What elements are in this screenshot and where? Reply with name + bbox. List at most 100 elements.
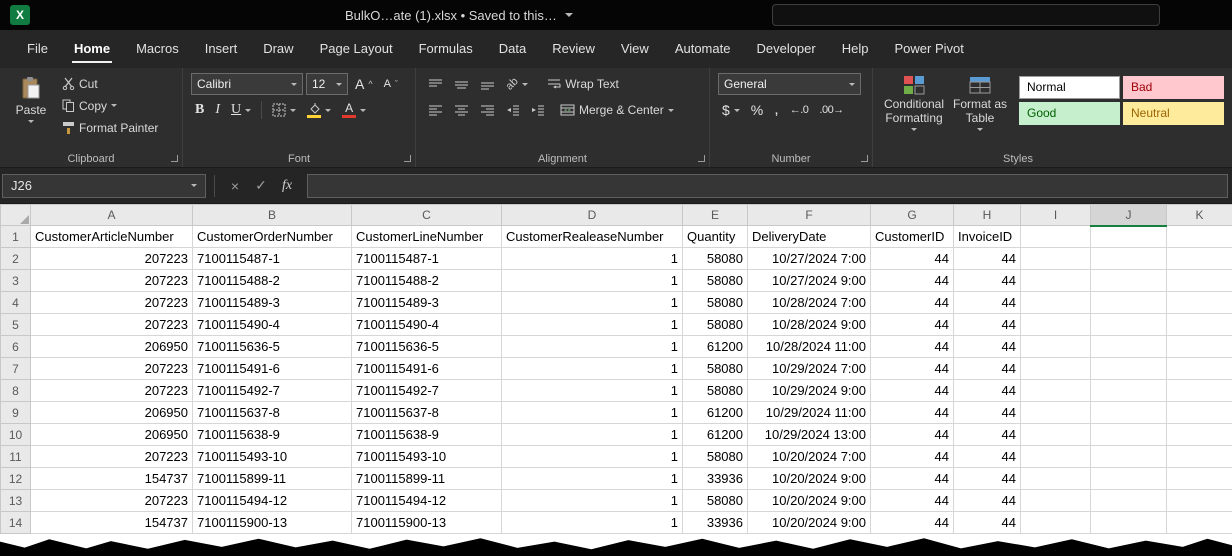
font-size-combo[interactable]: 12 <box>306 73 348 95</box>
column-header-J[interactable]: J <box>1091 205 1167 226</box>
tab-formulas[interactable]: Formulas <box>406 30 486 68</box>
insert-function-button[interactable]: fx <box>275 178 299 194</box>
cell-C14[interactable]: 7100115900-13 <box>352 512 502 534</box>
cell-H1[interactable]: InvoiceID <box>954 226 1021 248</box>
row-header-12[interactable]: 12 <box>1 468 31 490</box>
cell-A2[interactable]: 207223 <box>31 248 193 270</box>
cell-D14[interactable]: 1 <box>502 512 683 534</box>
column-header-B[interactable]: B <box>193 205 352 226</box>
cell-G10[interactable]: 44 <box>871 424 954 446</box>
select-all-corner[interactable] <box>1 205 31 226</box>
cell-K12[interactable] <box>1167 468 1232 490</box>
cell-A1[interactable]: CustomerArticleNumber <box>31 226 193 248</box>
cell-B13[interactable]: 7100115494-12 <box>193 490 352 512</box>
cell-G6[interactable]: 44 <box>871 336 954 358</box>
cell-K9[interactable] <box>1167 402 1232 424</box>
search-box[interactable] <box>772 4 1160 26</box>
column-header-H[interactable]: H <box>954 205 1021 226</box>
column-header-G[interactable]: G <box>871 205 954 226</box>
cell-G13[interactable]: 44 <box>871 490 954 512</box>
cell-I10[interactable] <box>1021 424 1091 446</box>
cell-D4[interactable]: 1 <box>502 292 683 314</box>
underline-button[interactable]: U <box>227 99 255 121</box>
row-header-5[interactable]: 5 <box>1 314 31 336</box>
row-header-1[interactable]: 1 <box>1 226 31 248</box>
cell-H4[interactable]: 44 <box>954 292 1021 314</box>
font-name-combo[interactable]: Calibri <box>191 73 303 95</box>
cell-A3[interactable]: 207223 <box>31 270 193 292</box>
cell-C6[interactable]: 7100115636-5 <box>352 336 502 358</box>
cell-E6[interactable]: 61200 <box>683 336 748 358</box>
accounting-format-button[interactable]: $ <box>718 99 744 121</box>
cell-A7[interactable]: 207223 <box>31 358 193 380</box>
cell-G2[interactable]: 44 <box>871 248 954 270</box>
cell-F11[interactable]: 10/20/2024 7:00 <box>748 446 871 468</box>
row-header-14[interactable]: 14 <box>1 512 31 534</box>
cell-D2[interactable]: 1 <box>502 248 683 270</box>
tab-power-pivot[interactable]: Power Pivot <box>881 30 976 68</box>
tab-developer[interactable]: Developer <box>743 30 828 68</box>
row-header-6[interactable]: 6 <box>1 336 31 358</box>
cell-E13[interactable]: 58080 <box>683 490 748 512</box>
cancel-button[interactable]: × <box>223 178 247 194</box>
cell-D13[interactable]: 1 <box>502 490 683 512</box>
cell-J1[interactable] <box>1091 226 1167 248</box>
tab-view[interactable]: View <box>608 30 662 68</box>
cell-H7[interactable]: 44 <box>954 358 1021 380</box>
cell-G3[interactable]: 44 <box>871 270 954 292</box>
cell-F13[interactable]: 10/20/2024 9:00 <box>748 490 871 512</box>
cell-J4[interactable] <box>1091 292 1167 314</box>
cell-D3[interactable]: 1 <box>502 270 683 292</box>
style-neutral[interactable]: Neutral <box>1123 102 1224 125</box>
cell-C1[interactable]: CustomerLineNumber <box>352 226 502 248</box>
cell-G4[interactable]: 44 <box>871 292 954 314</box>
row-header-4[interactable]: 4 <box>1 292 31 314</box>
row-header-11[interactable]: 11 <box>1 446 31 468</box>
cell-E8[interactable]: 58080 <box>683 380 748 402</box>
cell-F8[interactable]: 10/29/2024 9:00 <box>748 380 871 402</box>
tab-page-layout[interactable]: Page Layout <box>307 30 406 68</box>
cell-H12[interactable]: 44 <box>954 468 1021 490</box>
cell-D6[interactable]: 1 <box>502 336 683 358</box>
cell-B2[interactable]: 7100115487-1 <box>193 248 352 270</box>
cell-J14[interactable] <box>1091 512 1167 534</box>
cell-F12[interactable]: 10/20/2024 9:00 <box>748 468 871 490</box>
cell-C7[interactable]: 7100115491-6 <box>352 358 502 380</box>
cell-C3[interactable]: 7100115488-2 <box>352 270 502 292</box>
cell-G14[interactable]: 44 <box>871 512 954 534</box>
cell-I12[interactable] <box>1021 468 1091 490</box>
cell-K10[interactable] <box>1167 424 1232 446</box>
cell-B10[interactable]: 7100115638-9 <box>193 424 352 446</box>
fill-color-button[interactable] <box>303 99 335 121</box>
cell-I3[interactable] <box>1021 270 1091 292</box>
cell-K4[interactable] <box>1167 292 1232 314</box>
column-header-A[interactable]: A <box>31 205 193 226</box>
cell-G9[interactable]: 44 <box>871 402 954 424</box>
cell-I2[interactable] <box>1021 248 1091 270</box>
clipboard-dialog-launcher[interactable] <box>171 155 178 162</box>
tab-automate[interactable]: Automate <box>662 30 744 68</box>
cell-I13[interactable] <box>1021 490 1091 512</box>
cell-E7[interactable]: 58080 <box>683 358 748 380</box>
cell-I5[interactable] <box>1021 314 1091 336</box>
enter-button[interactable]: ✓ <box>249 177 273 194</box>
cell-B9[interactable]: 7100115637-8 <box>193 402 352 424</box>
tab-macros[interactable]: Macros <box>123 30 192 68</box>
tab-review[interactable]: Review <box>539 30 608 68</box>
cell-E3[interactable]: 58080 <box>683 270 748 292</box>
conditional-formatting-button[interactable]: Conditional Formatting <box>881 73 947 150</box>
column-header-K[interactable]: K <box>1167 205 1232 226</box>
cell-J8[interactable] <box>1091 380 1167 402</box>
cell-A4[interactable]: 207223 <box>31 292 193 314</box>
column-header-I[interactable]: I <box>1021 205 1091 226</box>
cell-D10[interactable]: 1 <box>502 424 683 446</box>
cell-J2[interactable] <box>1091 248 1167 270</box>
cell-F14[interactable]: 10/20/2024 9:00 <box>748 512 871 534</box>
cell-E5[interactable]: 58080 <box>683 314 748 336</box>
row-header-7[interactable]: 7 <box>1 358 31 380</box>
shrink-font-button[interactable]: Aˇ <box>380 73 402 95</box>
column-header-D[interactable]: D <box>502 205 683 226</box>
name-box[interactable]: J26 <box>2 174 206 198</box>
cell-H9[interactable]: 44 <box>954 402 1021 424</box>
align-middle-button[interactable] <box>450 73 473 95</box>
